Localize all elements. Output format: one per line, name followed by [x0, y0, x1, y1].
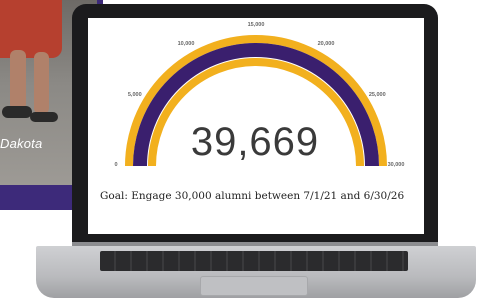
goal-text: Goal: Engage 30,000 alumni between 7/1/2…: [100, 190, 405, 202]
gauge-tick-label: 10,000: [177, 40, 195, 47]
photo-leg-right: [34, 52, 49, 114]
laptop-trackpad: [200, 276, 308, 296]
photo-leg-left: [10, 50, 26, 110]
engaged-total: 39,669: [190, 120, 320, 164]
gauge-tick-label: 15,000: [247, 22, 265, 28]
photo-shorts: [0, 0, 62, 58]
gauge-tick-label: 25,000: [368, 92, 386, 98]
photo-shoe-left: [2, 106, 32, 118]
gauge-tick-label: 0: [114, 162, 118, 168]
gauge-tick-label: 30,000: [387, 162, 405, 168]
gauge-tick-label: 5,000: [127, 92, 142, 98]
laptop-keyboard: [100, 251, 408, 271]
photo-caption: Dakota: [0, 136, 43, 151]
photo-shoe-right: [30, 112, 58, 122]
gauge-tick-label: 20,000: [317, 40, 335, 47]
